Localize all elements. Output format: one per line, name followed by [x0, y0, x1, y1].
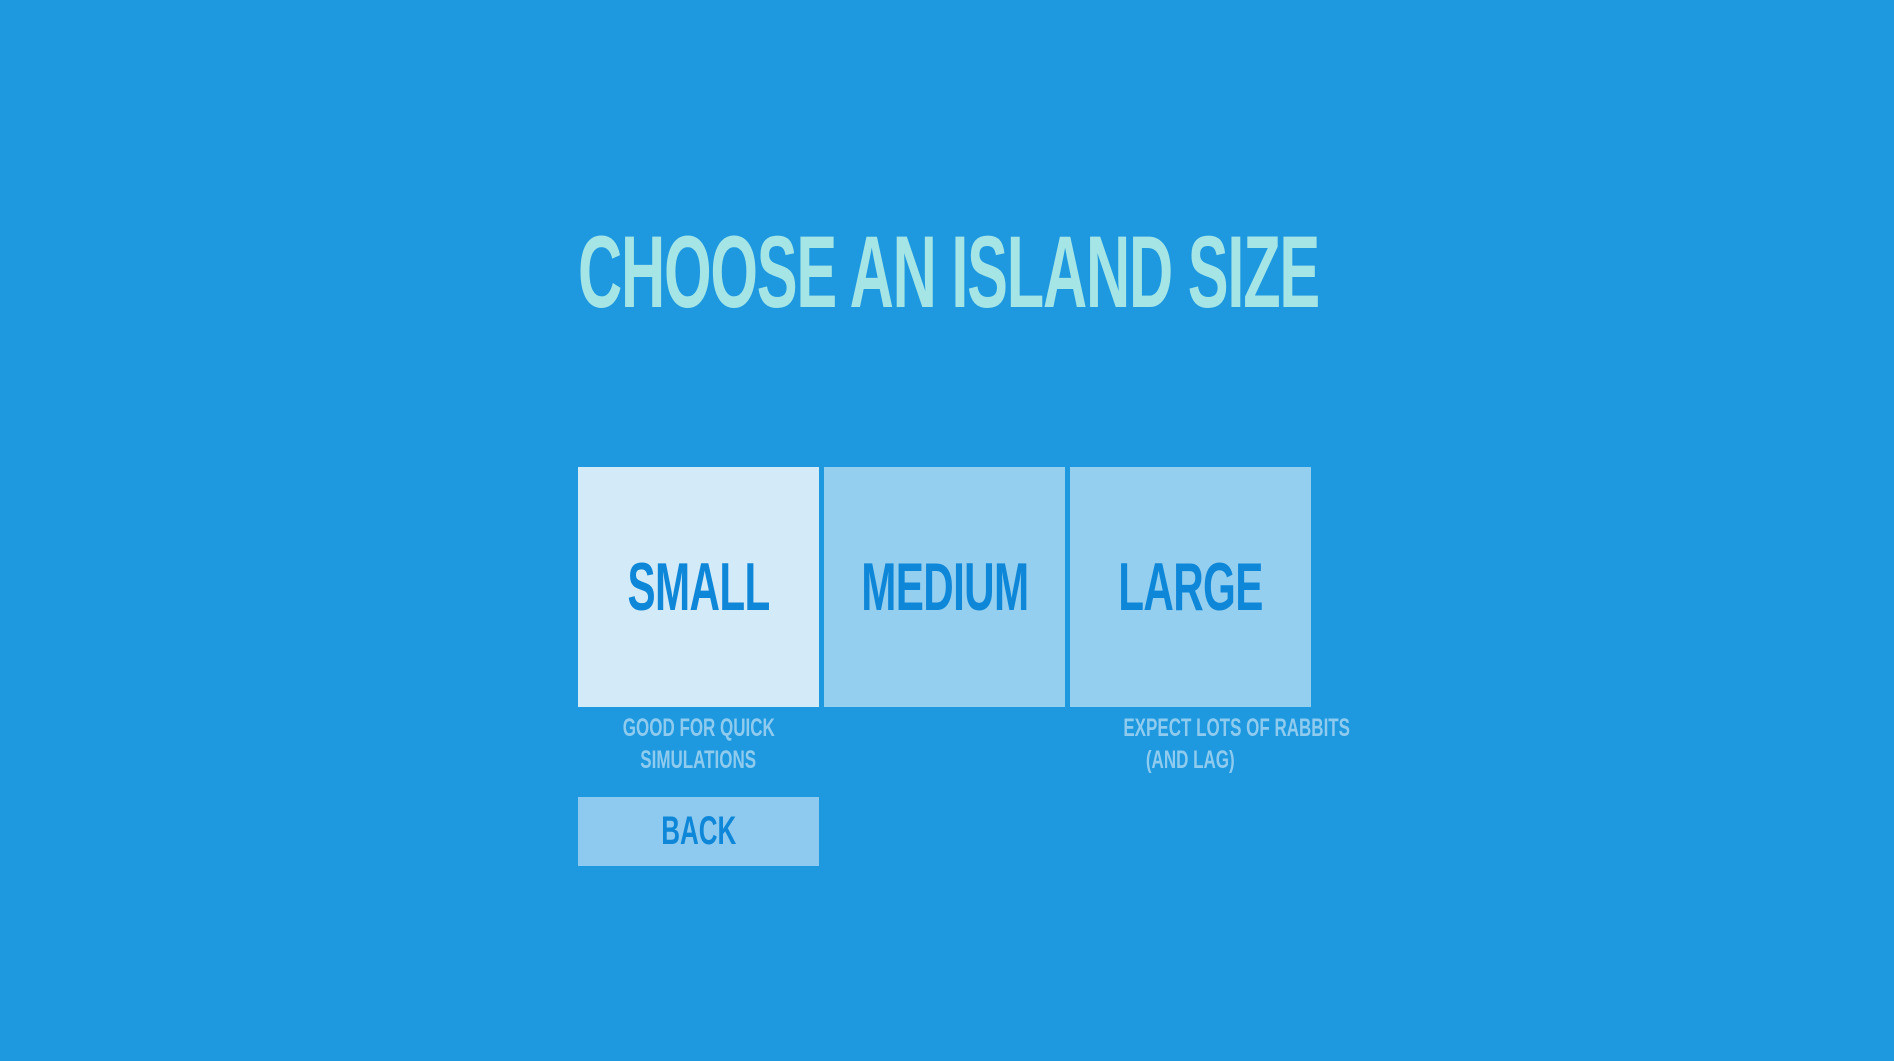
large-description-line1: EXPECT LOTS OF RABBITS	[1123, 714, 1351, 742]
small-description-line2: SIMULATIONS	[640, 746, 757, 774]
small-size-label: SMALL	[627, 549, 770, 625]
small-size-description: GOOD FOR QUICK SIMULATIONS	[578, 712, 819, 776]
small-description-line1: GOOD FOR QUICK	[622, 714, 775, 742]
medium-size-button[interactable]: MEDIUM	[824, 467, 1065, 707]
back-button[interactable]: BACK	[578, 797, 819, 866]
size-descriptions: GOOD FOR QUICK SIMULATIONS EXPECT LOTS O…	[578, 712, 1350, 776]
large-size-label: LARGE	[1118, 549, 1263, 625]
large-description-line2: (AND LAG)	[1146, 746, 1235, 774]
large-size-button[interactable]: LARGE	[1070, 467, 1311, 707]
large-size-description: EXPECT LOTS OF RABBITS (AND LAG)	[1070, 712, 1350, 776]
medium-size-label: MEDIUM	[860, 549, 1029, 625]
medium-size-description	[824, 712, 1065, 776]
island-size-options: SMALL MEDIUM LARGE	[578, 467, 1313, 707]
back-button-label: BACK	[660, 809, 737, 853]
small-size-button[interactable]: SMALL	[578, 467, 819, 707]
page-title: CHOOSE AN ISLAND SIZE	[578, 215, 1320, 329]
